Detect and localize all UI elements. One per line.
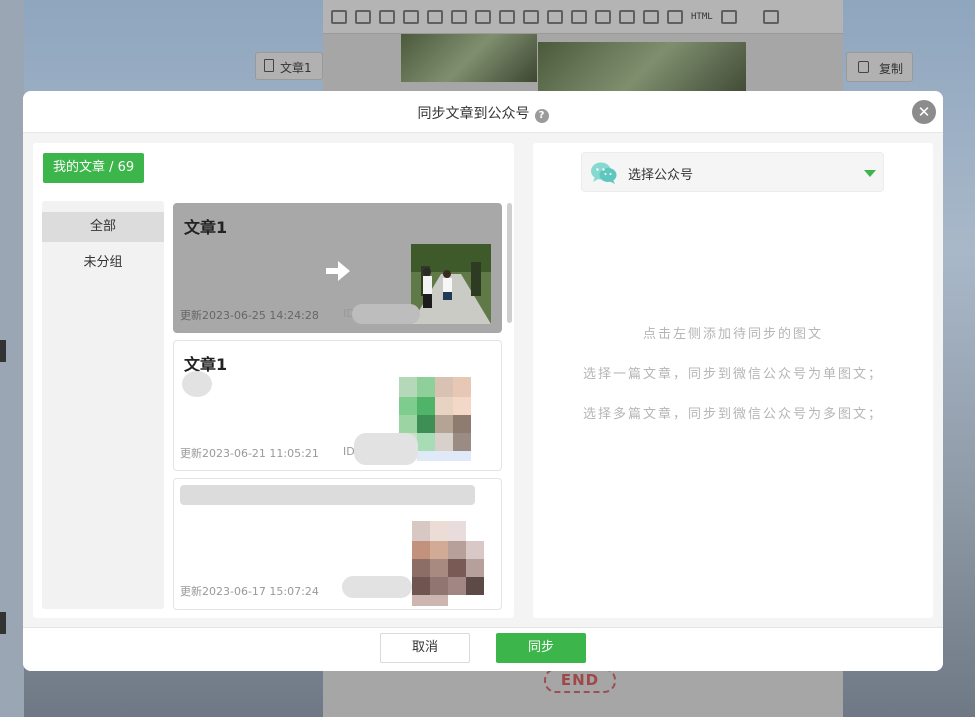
toolbar-tool-icon[interactable]: [571, 9, 587, 24]
toolbar-tool-icon[interactable]: [499, 9, 515, 24]
copy-button-label: 复制: [879, 62, 904, 76]
wechat-icon: [591, 162, 617, 184]
redacted-summary: [182, 371, 212, 397]
toolbar-tool-icon[interactable]: [403, 9, 419, 24]
redacted-id: [352, 304, 420, 324]
redacted-title: [180, 485, 475, 505]
editor-toolbar: HTML: [323, 0, 843, 34]
toolbar-tool-icon[interactable]: [379, 9, 395, 24]
dialog-footer: 取消 同步: [23, 627, 943, 671]
article-updated: 更新2023-06-21 11:05:21: [180, 447, 319, 460]
toolbar-tool-icon[interactable]: [523, 9, 539, 24]
redacted-id: [354, 433, 418, 465]
target-panel: 选择公众号 点击左侧添加待同步的图文 选择一篇文章，同步到微信公众号为单图文； …: [533, 143, 933, 618]
left-bar-marker: [0, 612, 6, 634]
article-card[interactable]: 文章1: [173, 203, 502, 333]
account-select-label: 选择公众号: [628, 168, 694, 183]
cancel-button[interactable]: 取消: [380, 633, 470, 663]
thumbnail-pixelated: [412, 521, 492, 606]
toolbar-tool-icon[interactable]: [595, 9, 611, 24]
redacted-id: [342, 576, 412, 598]
hint-line: 选择多篇文章，同步到微信公众号为多图文；: [582, 407, 883, 422]
close-icon: ✕: [917, 103, 931, 121]
fullscreen-icon[interactable]: [762, 9, 779, 24]
article-id-label: ID: [343, 445, 355, 458]
article-panel: 我的文章 / 69 全部 未分组 文章1 更新2023-06-25 14:24:…: [33, 143, 514, 618]
close-button[interactable]: ✕: [912, 100, 936, 124]
dialog-title-row: 同步文章到公众号?: [23, 103, 943, 123]
article-tab[interactable]: 文章1: [255, 52, 323, 80]
caret-down-icon: [864, 170, 876, 177]
toolbar-tool-icon[interactable]: [547, 9, 563, 24]
group-list: 全部 未分组: [42, 201, 164, 609]
toolbar-tool-icon[interactable]: [643, 9, 659, 24]
article-list-scrollbar[interactable]: [507, 203, 512, 323]
sync-hints: 点击左侧添加待同步的图文 选择一篇文章，同步到微信公众号为单图文； 选择多篇文章…: [533, 323, 933, 443]
hint-line: 点击左侧添加待同步的图文: [642, 327, 823, 342]
dialog-title: 同步文章到公众号: [417, 106, 530, 122]
copy-icon: [858, 61, 869, 73]
thumbnail-photo: [411, 244, 491, 324]
editor-left-bar: [0, 0, 24, 717]
article-title: 文章1: [184, 218, 228, 237]
toolbar-tool-icon[interactable]: [667, 9, 683, 24]
file-icon: [264, 59, 274, 72]
article-card[interactable]: 更新2023-06-17 15:07:24: [173, 478, 502, 610]
article-tab-label: 文章1: [280, 61, 312, 75]
toolbar-tool-icon[interactable]: [451, 9, 467, 24]
question-circle-icon[interactable]: ?: [534, 109, 549, 123]
account-select[interactable]: 选择公众号: [581, 152, 884, 192]
toolbar-tool-icon[interactable]: [475, 9, 491, 24]
toolbar-tool-icon[interactable]: [427, 9, 443, 24]
hint-line: 选择一篇文章，同步到微信公众号为单图文；: [582, 367, 883, 382]
end-marker: END: [544, 668, 616, 693]
article-updated: 更新2023-06-25 14:24:28: [180, 309, 319, 322]
article-thumbnail: [411, 244, 491, 324]
article-thumbnail: [412, 521, 492, 606]
toolbar-tool-icon[interactable]: [331, 9, 347, 24]
dialog-header: 同步文章到公众号? ✕: [23, 91, 943, 133]
toolbar-tool-icon[interactable]: [720, 9, 737, 24]
toolbar-tool-icon[interactable]: [355, 9, 371, 24]
sync-button[interactable]: 同步: [496, 633, 586, 663]
group-item-ungrouped[interactable]: 未分组: [42, 248, 164, 278]
left-bar-marker: [0, 340, 6, 362]
article-list: 文章1 更新2023-06-25 14:24:28 ID 文章1 更新2023-…: [173, 203, 503, 618]
article-updated: 更新2023-06-17 15:07:24: [180, 585, 319, 598]
copy-button[interactable]: 复制: [846, 52, 913, 82]
toolbar-html-button[interactable]: HTML: [691, 12, 713, 22]
document-photo: [401, 34, 537, 82]
article-card[interactable]: 文章1: [173, 340, 502, 471]
my-articles-badge[interactable]: 我的文章 / 69: [43, 153, 145, 183]
toolbar-tool-icon[interactable]: [619, 9, 635, 24]
sync-dialog: 同步文章到公众号? ✕ 我的文章 / 69 全部 未分组 文章1 更新2023-…: [23, 91, 943, 671]
arrow-right-icon: [326, 261, 350, 281]
group-item-all[interactable]: 全部: [42, 212, 164, 242]
